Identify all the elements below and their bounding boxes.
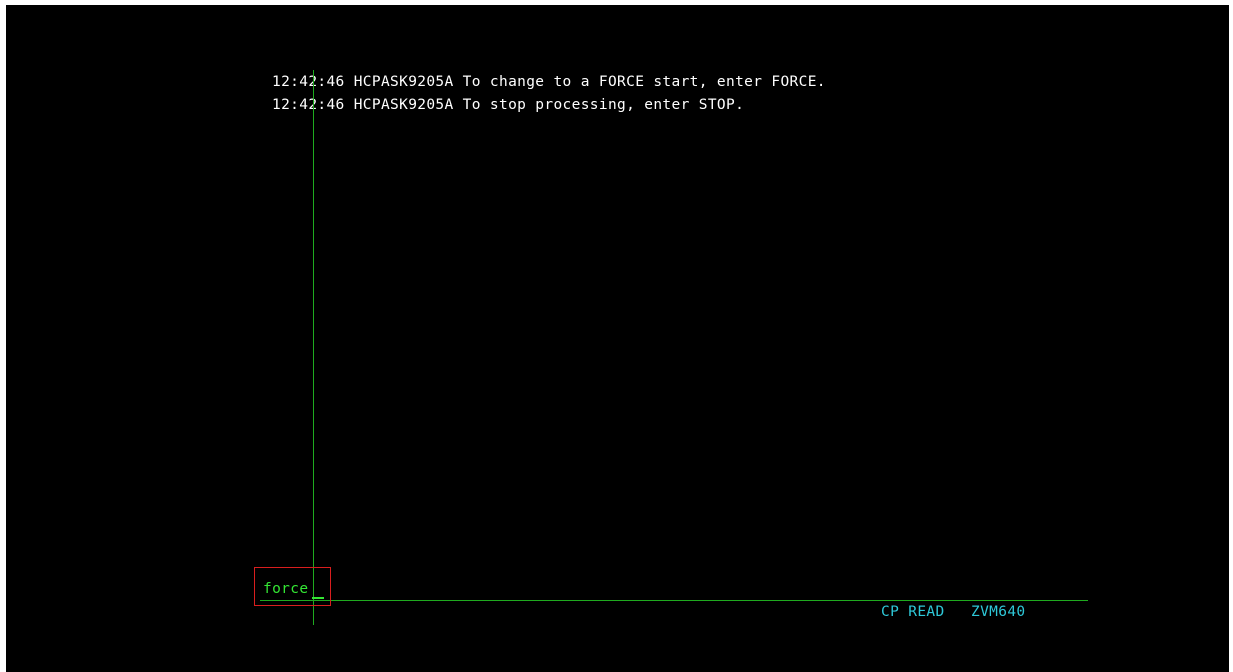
message-line: 12:42:46 HCPASK9205A To change to a FORC…: [272, 74, 826, 90]
command-input-text[interactable]: force: [263, 579, 308, 599]
status-mode: CP READ: [881, 604, 945, 620]
terminal-screen: 12:42:46 HCPASK9205A To change to a FORC…: [6, 5, 1229, 672]
message-area: 12:42:46 HCPASK9205A To change to a FORC…: [272, 71, 826, 117]
text-cursor: [312, 597, 324, 599]
crosshair-horizontal: [260, 600, 1088, 601]
status-system: ZVM640: [971, 604, 1026, 620]
crosshair-vertical: [313, 70, 314, 625]
message-line: 12:42:46 HCPASK9205A To stop processing,…: [272, 97, 745, 113]
